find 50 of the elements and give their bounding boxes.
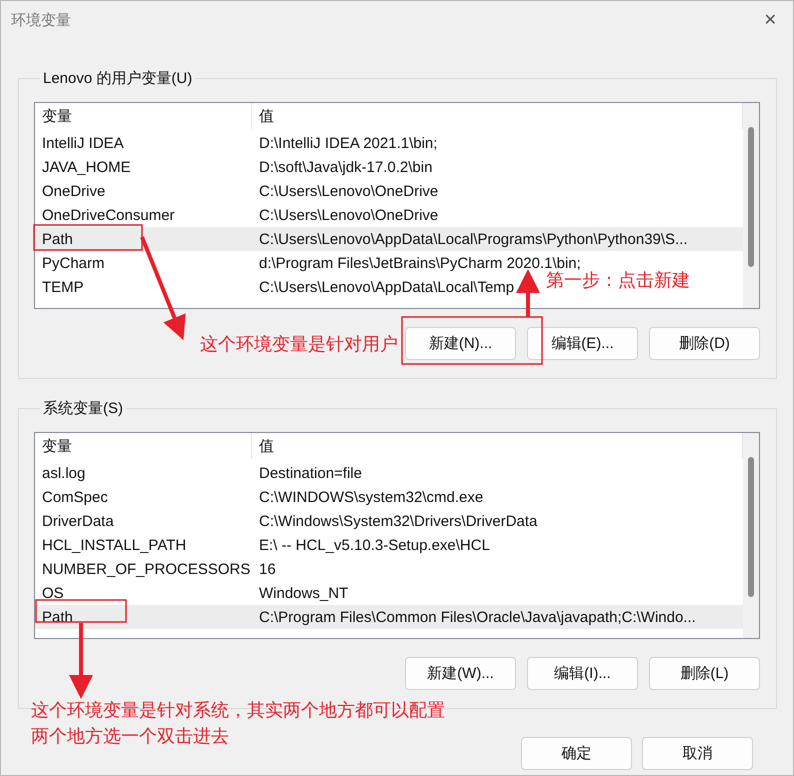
variable-name: NUMBER_OF_PROCESSORS <box>42 560 250 578</box>
variable-list[interactable] <box>34 432 760 639</box>
variable-value: Windows_NT <box>259 584 348 602</box>
variable-name: PyCharm <box>42 254 105 272</box>
variable-value: C:\Program Files\Common Files\Oracle\Java\javapath;C:\Windo... <box>259 608 696 626</box>
action-button[interactable]: 编辑(I)... <box>527 657 638 690</box>
variable-value: C:\Users\Lenovo\AppData\Local\Temp <box>259 278 514 296</box>
variable-name: TEMP <box>42 278 84 296</box>
dialog-button[interactable]: 取消 <box>642 737 753 770</box>
annotation-text: 这个环境变量是针对用户 <box>200 335 398 353</box>
variable-value: C:\Users\Lenovo\AppData\Local\Programs\Python\Python39\S... <box>259 230 688 248</box>
variable-name: HCL_INSTALL_PATH <box>42 536 186 554</box>
annotation-text: 两个地方选一个双击进去 <box>31 727 229 745</box>
list-row[interactable]: Path C:\Users\Lenovo\AppData\Local\Programs\Python\Python39\S... <box>35 227 743 251</box>
column-header[interactable]: 变量 <box>35 103 252 129</box>
action-button[interactable]: 删除(L) <box>649 657 760 690</box>
column-header[interactable]: 变量 <box>35 433 252 459</box>
window-title: 环境变量 <box>11 10 71 30</box>
variable-name: ComSpec <box>42 488 108 506</box>
variable-list[interactable] <box>34 102 760 309</box>
dialog-button[interactable]: 确定 <box>521 737 632 770</box>
variable-name: OneDriveConsumer <box>42 206 175 224</box>
variable-value: C:\WINDOWS\system32\cmd.exe <box>259 488 484 506</box>
variable-name: OS <box>42 584 64 602</box>
variable-value: Destination=file <box>259 464 362 482</box>
variable-value: D:\IntelliJ IDEA 2021.1\bin; <box>259 134 438 152</box>
variable-name: DriverData <box>42 512 114 530</box>
variable-value: 16 <box>259 560 276 578</box>
variable-value: E:\ -- HCL_v5.10.3-Setup.exe\HCL <box>259 536 490 554</box>
scrollbar[interactable] <box>743 103 759 308</box>
group-label: 系统变量(S) <box>42 399 124 418</box>
variable-value: C:\Users\Lenovo\OneDrive <box>259 206 438 224</box>
variable-name: asl.log <box>42 464 86 482</box>
variable-value: d:\Program Files\JetBrains\PyCharm 2020.1\bin; <box>259 254 581 272</box>
variable-name: JAVA_HOME <box>42 158 131 176</box>
action-button[interactable]: 编辑(E)... <box>527 327 638 360</box>
variable-value: D:\soft\Java\jdk-17.0.2\bin <box>259 158 432 176</box>
action-button[interactable]: 新建(N)... <box>405 327 516 360</box>
action-button[interactable]: 新建(W)... <box>405 657 516 690</box>
variable-value: C:\Users\Lenovo\OneDrive <box>259 182 438 200</box>
action-button[interactable]: 删除(D) <box>649 327 760 360</box>
variable-value: C:\Windows\System32\Drivers\DriverData <box>259 512 538 530</box>
variable-name: IntelliJ IDEA <box>42 134 124 152</box>
variable-name: OneDrive <box>42 182 106 200</box>
variable-name: Path <box>42 230 73 248</box>
group-label: Lenovo 的用户变量(U) <box>42 69 194 88</box>
annotation-text: 这个环境变量是针对系统，其实两个地方都可以配置 <box>31 701 445 719</box>
scrollbar[interactable] <box>743 433 759 638</box>
close-button[interactable]: ✕ <box>758 10 783 30</box>
annotation-arrow <box>516 269 540 317</box>
